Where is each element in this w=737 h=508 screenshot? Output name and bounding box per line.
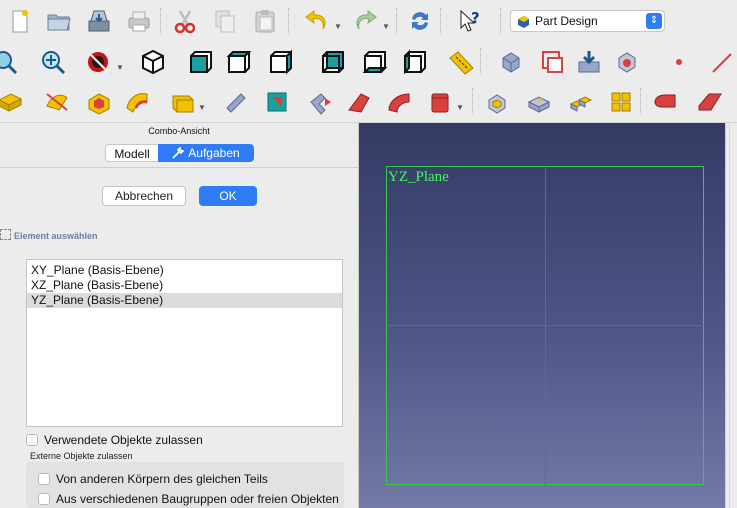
other-bodies-label: Von anderen Körpern des gleichen Teils bbox=[56, 472, 268, 486]
subtractive-dropdown-arrow-icon[interactable]: ▼ bbox=[456, 103, 464, 112]
groove-icon[interactable] bbox=[122, 87, 152, 117]
wrench-icon bbox=[172, 147, 185, 159]
external-objects-label: Externe Objekte zulassen bbox=[30, 451, 133, 461]
select-element-icon bbox=[0, 229, 11, 240]
whats-this-icon[interactable]: ? bbox=[455, 6, 485, 36]
right-panel-edge bbox=[725, 123, 737, 508]
3d-viewport[interactable]: YZ_Plane bbox=[359, 123, 725, 508]
combo-view-panel: Combo-Ansicht Modell Aufgaben Abbrechen … bbox=[0, 123, 359, 508]
select-element-text: Element auswählen bbox=[14, 231, 98, 241]
toolbar-part-design-features: ▼ ▼ bbox=[0, 82, 737, 123]
mirrored-icon[interactable] bbox=[426, 87, 456, 117]
line-icon[interactable] bbox=[706, 47, 736, 77]
view-rear-icon[interactable] bbox=[318, 47, 348, 77]
multi-transform-icon[interactable] bbox=[566, 87, 596, 117]
linear-pattern-icon[interactable] bbox=[482, 87, 512, 117]
pad-icon[interactable] bbox=[0, 87, 24, 117]
pocket-icon[interactable] bbox=[84, 87, 114, 117]
plane-list[interactable]: XY_Plane (Basis-Ebene) XZ_Plane (Basis-E… bbox=[26, 259, 343, 427]
tab-tasks[interactable]: Aufgaben bbox=[158, 144, 254, 162]
hole-dropdown-arrow-icon[interactable]: ▼ bbox=[198, 103, 206, 112]
refresh-icon[interactable] bbox=[405, 6, 435, 36]
toolbar-separator bbox=[500, 8, 502, 34]
ok-button[interactable]: OK bbox=[199, 186, 257, 206]
toolbar-view: ▼ bbox=[0, 42, 737, 83]
sketch-icon[interactable] bbox=[536, 47, 566, 77]
combo-view-title: Combo-Ansicht bbox=[148, 126, 210, 136]
chamfer-icon[interactable] bbox=[650, 87, 680, 117]
toolbar-separator bbox=[288, 8, 290, 34]
list-item[interactable]: XZ_Plane (Basis-Ebene) bbox=[27, 278, 342, 293]
allow-used-label: Verwendete Objekte zulassen bbox=[44, 433, 203, 447]
undo-icon[interactable] bbox=[302, 6, 332, 36]
part-icon[interactable] bbox=[496, 47, 526, 77]
view-top-icon[interactable] bbox=[224, 47, 254, 77]
hole-icon[interactable] bbox=[168, 87, 198, 117]
shape-binder-icon[interactable] bbox=[612, 47, 642, 77]
svg-text:?: ? bbox=[471, 9, 480, 27]
view-right-icon[interactable] bbox=[266, 47, 296, 77]
undo-dropdown-arrow-icon[interactable]: ▼ bbox=[334, 22, 342, 31]
tab-tasks-label: Aufgaben bbox=[188, 146, 240, 160]
draw-style-dropdown-arrow-icon[interactable]: ▼ bbox=[116, 63, 124, 72]
plane-horizontal-axis bbox=[386, 325, 704, 326]
draft-icon[interactable] bbox=[694, 87, 724, 117]
list-item[interactable]: XY_Plane (Basis-Ebene) bbox=[27, 263, 342, 278]
subtractive-pipe-icon[interactable] bbox=[306, 87, 336, 117]
copy-icon[interactable] bbox=[210, 6, 240, 36]
measure-icon[interactable] bbox=[446, 47, 476, 77]
workbench-selector[interactable]: Part Design ⇕ bbox=[510, 10, 665, 32]
toolbar-separator bbox=[160, 8, 162, 34]
divider bbox=[0, 167, 358, 168]
revolution-icon[interactable] bbox=[42, 87, 72, 117]
zoom-icon[interactable] bbox=[38, 47, 68, 77]
redo-icon[interactable] bbox=[350, 6, 380, 36]
import-icon[interactable] bbox=[574, 47, 604, 77]
paste-icon[interactable] bbox=[250, 6, 280, 36]
additive-primitive-icon[interactable] bbox=[384, 87, 414, 117]
cut-icon[interactable] bbox=[170, 6, 200, 36]
toolbar-separator bbox=[440, 8, 442, 34]
tab-model[interactable]: Modell bbox=[105, 144, 158, 162]
other-bodies-checkbox[interactable] bbox=[38, 473, 50, 485]
point-icon[interactable] bbox=[664, 47, 694, 77]
view-isometric-icon[interactable] bbox=[138, 47, 168, 77]
allow-used-checkbox[interactable] bbox=[26, 434, 38, 446]
select-element-label: Element auswählen bbox=[0, 229, 98, 241]
fit-selection-icon[interactable] bbox=[0, 47, 20, 77]
cancel-button[interactable]: Abbrechen bbox=[102, 186, 186, 206]
plane-label: YZ_Plane bbox=[388, 169, 449, 185]
toolbar-file-edit: ▼ ▼ ? Part Design ⇕ bbox=[0, 0, 737, 43]
list-item[interactable]: YZ_Plane (Basis-Ebene) bbox=[27, 293, 342, 308]
toolbar-separator bbox=[640, 88, 642, 114]
fillet-icon[interactable] bbox=[606, 87, 636, 117]
view-bottom-icon[interactable] bbox=[360, 47, 390, 77]
view-left-icon[interactable] bbox=[400, 47, 430, 77]
polar-pattern-icon[interactable] bbox=[524, 87, 554, 117]
open-folder-icon[interactable] bbox=[44, 6, 74, 36]
subtractive-loft-icon[interactable] bbox=[344, 87, 374, 117]
part-design-icon bbox=[518, 16, 529, 28]
additive-pipe-icon[interactable] bbox=[262, 87, 292, 117]
redo-dropdown-arrow-icon[interactable]: ▼ bbox=[382, 22, 390, 31]
draw-style-icon[interactable] bbox=[84, 47, 114, 77]
toolbar-separator bbox=[480, 48, 482, 74]
save-icon[interactable] bbox=[84, 6, 114, 36]
additive-loft-icon[interactable] bbox=[220, 87, 250, 117]
print-icon[interactable] bbox=[124, 6, 154, 36]
new-document-icon[interactable] bbox=[4, 6, 34, 36]
external-objects-group: Von anderen Körpern des gleichen Teils A… bbox=[26, 462, 344, 508]
chevron-updown-icon: ⇕ bbox=[646, 13, 662, 29]
toolbar-separator bbox=[472, 88, 474, 114]
view-front-icon[interactable] bbox=[186, 47, 216, 77]
other-assemblies-checkbox[interactable] bbox=[38, 493, 50, 505]
workbench-label: Part Design bbox=[535, 14, 598, 28]
toolbar-separator bbox=[396, 8, 398, 34]
other-assemblies-label: Aus verschiedenen Baugruppen oder freien… bbox=[56, 492, 339, 506]
